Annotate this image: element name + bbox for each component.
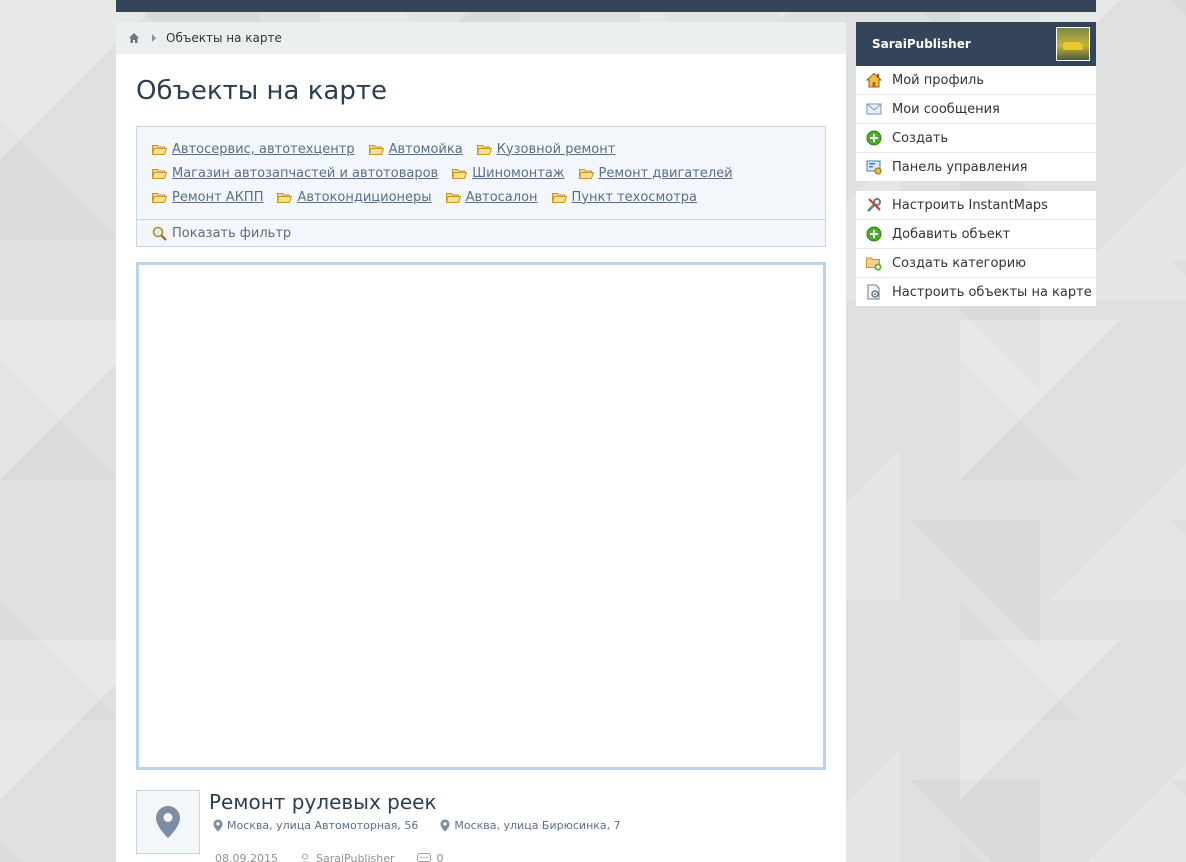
folder-icon [445,192,461,203]
folder-icon [152,168,167,179]
object-address-text: Москва, улица Автомоторная, 56 [227,819,419,832]
category-link[interactable]: Шиномонтаж [472,166,564,181]
category-item[interactable]: Автосервис, автотехцентр [152,142,355,157]
category-link[interactable]: Автосалон [466,190,538,205]
folder-icon [578,168,594,179]
object-title[interactable]: Ремонт рулевых реек [209,790,437,814]
folder-icon [368,144,384,155]
admin-menu-block: Настроить InstantMaps Добавить объект Со… [856,191,1096,306]
category-link[interactable]: Кузовной ремонт [497,142,616,157]
main-content: Объекты на карте Объекты на карте Автосе… [116,22,846,862]
show-filter-button[interactable]: Показать фильтр [137,219,825,246]
menu-create-category[interactable]: Создать категорию [856,249,1096,278]
menu-my-messages[interactable]: Мои сообщения [856,95,1096,124]
object-meta: 08.09.2015 SaraiPublisher 0 [215,852,450,862]
envelope-icon [866,103,882,115]
category-link[interactable]: Автомойка [389,142,463,157]
breadcrumb: Объекты на карте [116,22,846,54]
menu-item-label: Создать [892,130,949,146]
object-addresses: Москва, улица Автомоторная, 56 Москва, у… [213,819,643,832]
folder-add-icon [866,257,882,271]
category-row: Автосервис, автотехцентр Автомойка Кузов… [152,137,825,161]
menu-control-panel[interactable]: Панель управления [856,153,1096,181]
user-name[interactable]: SaraiPublisher [872,37,971,51]
folder-icon [452,168,468,179]
category-link[interactable]: Магазин автозапчастей и автотоваров [172,166,438,181]
control-panel-icon [866,160,882,175]
map-pin-icon [156,806,180,838]
folder-icon [476,144,492,155]
menu-item-label: Настроить InstantMaps [892,197,1048,213]
menu-item-label: Настроить объекты на карте [892,284,1092,300]
comment-icon [416,853,431,862]
object-author[interactable]: SaraiPublisher [316,852,395,862]
magnifier-icon [152,226,167,241]
chevron-right-icon [152,34,156,42]
object-address[interactable]: Москва, улица Автомоторная, 56 [213,819,418,832]
menu-create[interactable]: Создать [856,124,1096,153]
category-item[interactable]: Автокондиционеры [277,190,432,205]
sidebar: SaraiPublisher Мой профиль Мои сообщения… [856,22,1096,306]
map-pin-icon [213,819,223,832]
object-comments-count[interactable]: 0 [437,852,444,862]
object-address-text: Москва, улица Бирюсинка, 7 [454,819,621,832]
menu-configure-map-objects[interactable]: Настроить объекты на карте [856,278,1096,306]
menu-item-label: Панель управления [892,159,1028,175]
menu-configure-instantmaps[interactable]: Настроить InstantMaps [856,191,1096,220]
map-pin-icon [440,819,450,832]
page-title: Объекты на карте [136,76,387,106]
user-header: SaraiPublisher [856,22,1096,66]
category-item[interactable]: Шиномонтаж [452,166,565,181]
category-link[interactable]: Ремонт АКПП [172,190,263,205]
settings-document-icon [867,284,880,300]
category-link[interactable]: Пункт техосмотра [572,190,697,205]
category-item[interactable]: Кузовной ремонт [476,142,616,157]
category-item[interactable]: Автосалон [445,190,538,205]
category-row: Магазин автозапчастей и автотоваров Шино… [152,161,825,185]
folder-icon [551,192,567,203]
menu-item-label: Создать категорию [892,255,1027,271]
category-item[interactable]: Магазин автозапчастей и автотоваров [152,166,438,181]
menu-item-label: Добавить объект [892,226,1011,242]
menu-item-label: Мои сообщения [892,101,1000,117]
category-list: Автосервис, автотехцентр Автомойка Кузов… [136,126,826,247]
category-link[interactable]: Автокондиционеры [297,190,431,205]
object-thumbnail[interactable] [136,790,200,854]
show-filter-label: Показать фильтр [172,225,292,241]
plus-circle-icon [866,130,882,146]
folder-icon [152,192,167,203]
plus-circle-icon [866,226,882,242]
home-icon[interactable] [128,32,140,44]
menu-item-label: Мой профиль [892,72,984,88]
category-item[interactable]: Ремонт АКПП [152,190,263,205]
map-area[interactable] [136,262,826,770]
category-item[interactable]: Пункт техосмотра [551,190,697,205]
menu-my-profile[interactable]: Мой профиль [856,66,1096,95]
top-bar [116,0,1096,12]
folder-icon [277,192,293,203]
tools-icon [867,198,881,212]
avatar[interactable] [1056,27,1090,61]
menu-add-object[interactable]: Добавить объект [856,220,1096,249]
category-row: Ремонт АКПП Автокондиционеры Автосалон П… [152,185,825,209]
object-date: 08.09.2015 [215,852,278,862]
category-link[interactable]: Автосервис, автотехцентр [172,142,355,157]
breadcrumb-current: Объекты на карте [166,31,282,45]
user-menu-block: SaraiPublisher Мой профиль Мои сообщения… [856,22,1096,181]
house-icon [866,72,882,88]
user-icon [301,853,309,862]
category-link[interactable]: Ремонт двигателей [599,166,733,181]
folder-icon [152,144,167,155]
category-item[interactable]: Автомойка [368,142,463,157]
category-item[interactable]: Ремонт двигателей [578,166,733,181]
object-address[interactable]: Москва, улица Бирюсинка, 7 [440,819,621,832]
